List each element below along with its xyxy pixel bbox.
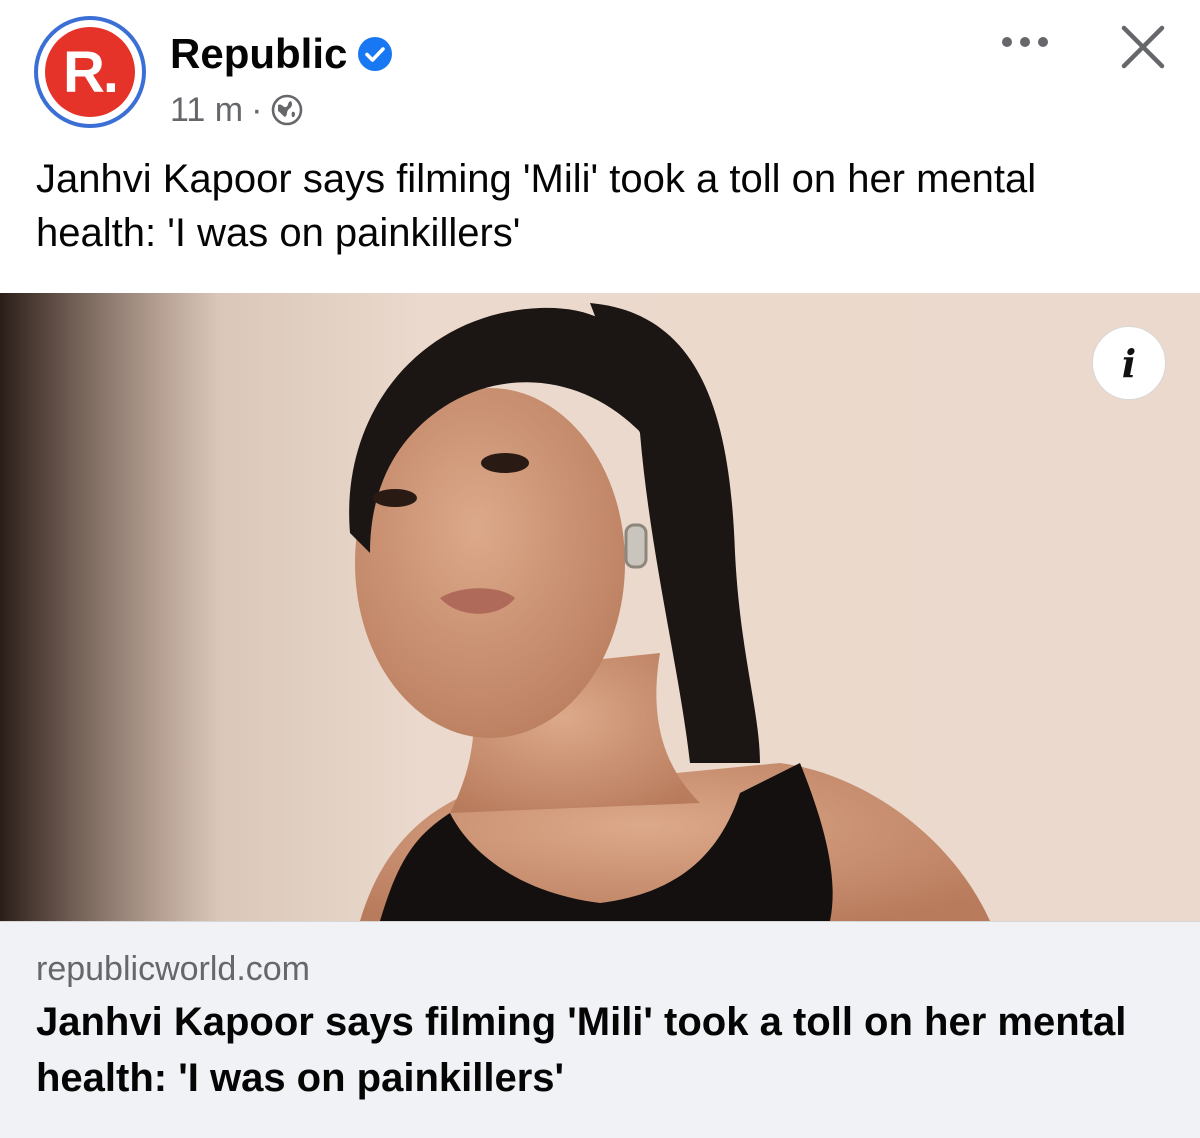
close-icon — [1120, 24, 1166, 75]
link-domain: republicworld.com — [36, 950, 310, 988]
post-caption: Janhvi Kapoor says filming 'Mili' took a… — [36, 157, 1037, 255]
post-time[interactable]: 11 m — [170, 91, 243, 130]
globe-icon — [270, 93, 304, 127]
close-button[interactable] — [1112, 18, 1174, 80]
ad-info-button[interactable]: i — [1092, 326, 1166, 400]
verified-badge-icon — [357, 36, 393, 72]
more-options-button[interactable] — [990, 24, 1060, 64]
avatar-letter: R. — [63, 39, 119, 105]
post-meta: 11 m · — [170, 88, 304, 132]
page-name-row: Republic — [170, 28, 393, 80]
republic-logo: R. — [45, 27, 135, 117]
link-title[interactable]: Janhvi Kapoor says filming 'Mili' took a… — [36, 994, 1156, 1106]
page-name[interactable]: Republic — [170, 30, 347, 78]
article-photo[interactable] — [0, 293, 1200, 921]
meta-separator: · — [251, 90, 263, 129]
photo-illustration — [0, 293, 1200, 921]
more-options-icon — [999, 35, 1051, 54]
link-preview[interactable]: republicworld.com Janhvi Kapoor says fil… — [0, 921, 1200, 1138]
facebook-post: R. Republic 11 m · Janhvi Kapoor says fi… — [0, 0, 1200, 1138]
info-icon: i — [1121, 340, 1137, 386]
page-avatar[interactable]: R. — [34, 16, 146, 128]
post-header: R. Republic 11 m · — [0, 0, 1200, 140]
